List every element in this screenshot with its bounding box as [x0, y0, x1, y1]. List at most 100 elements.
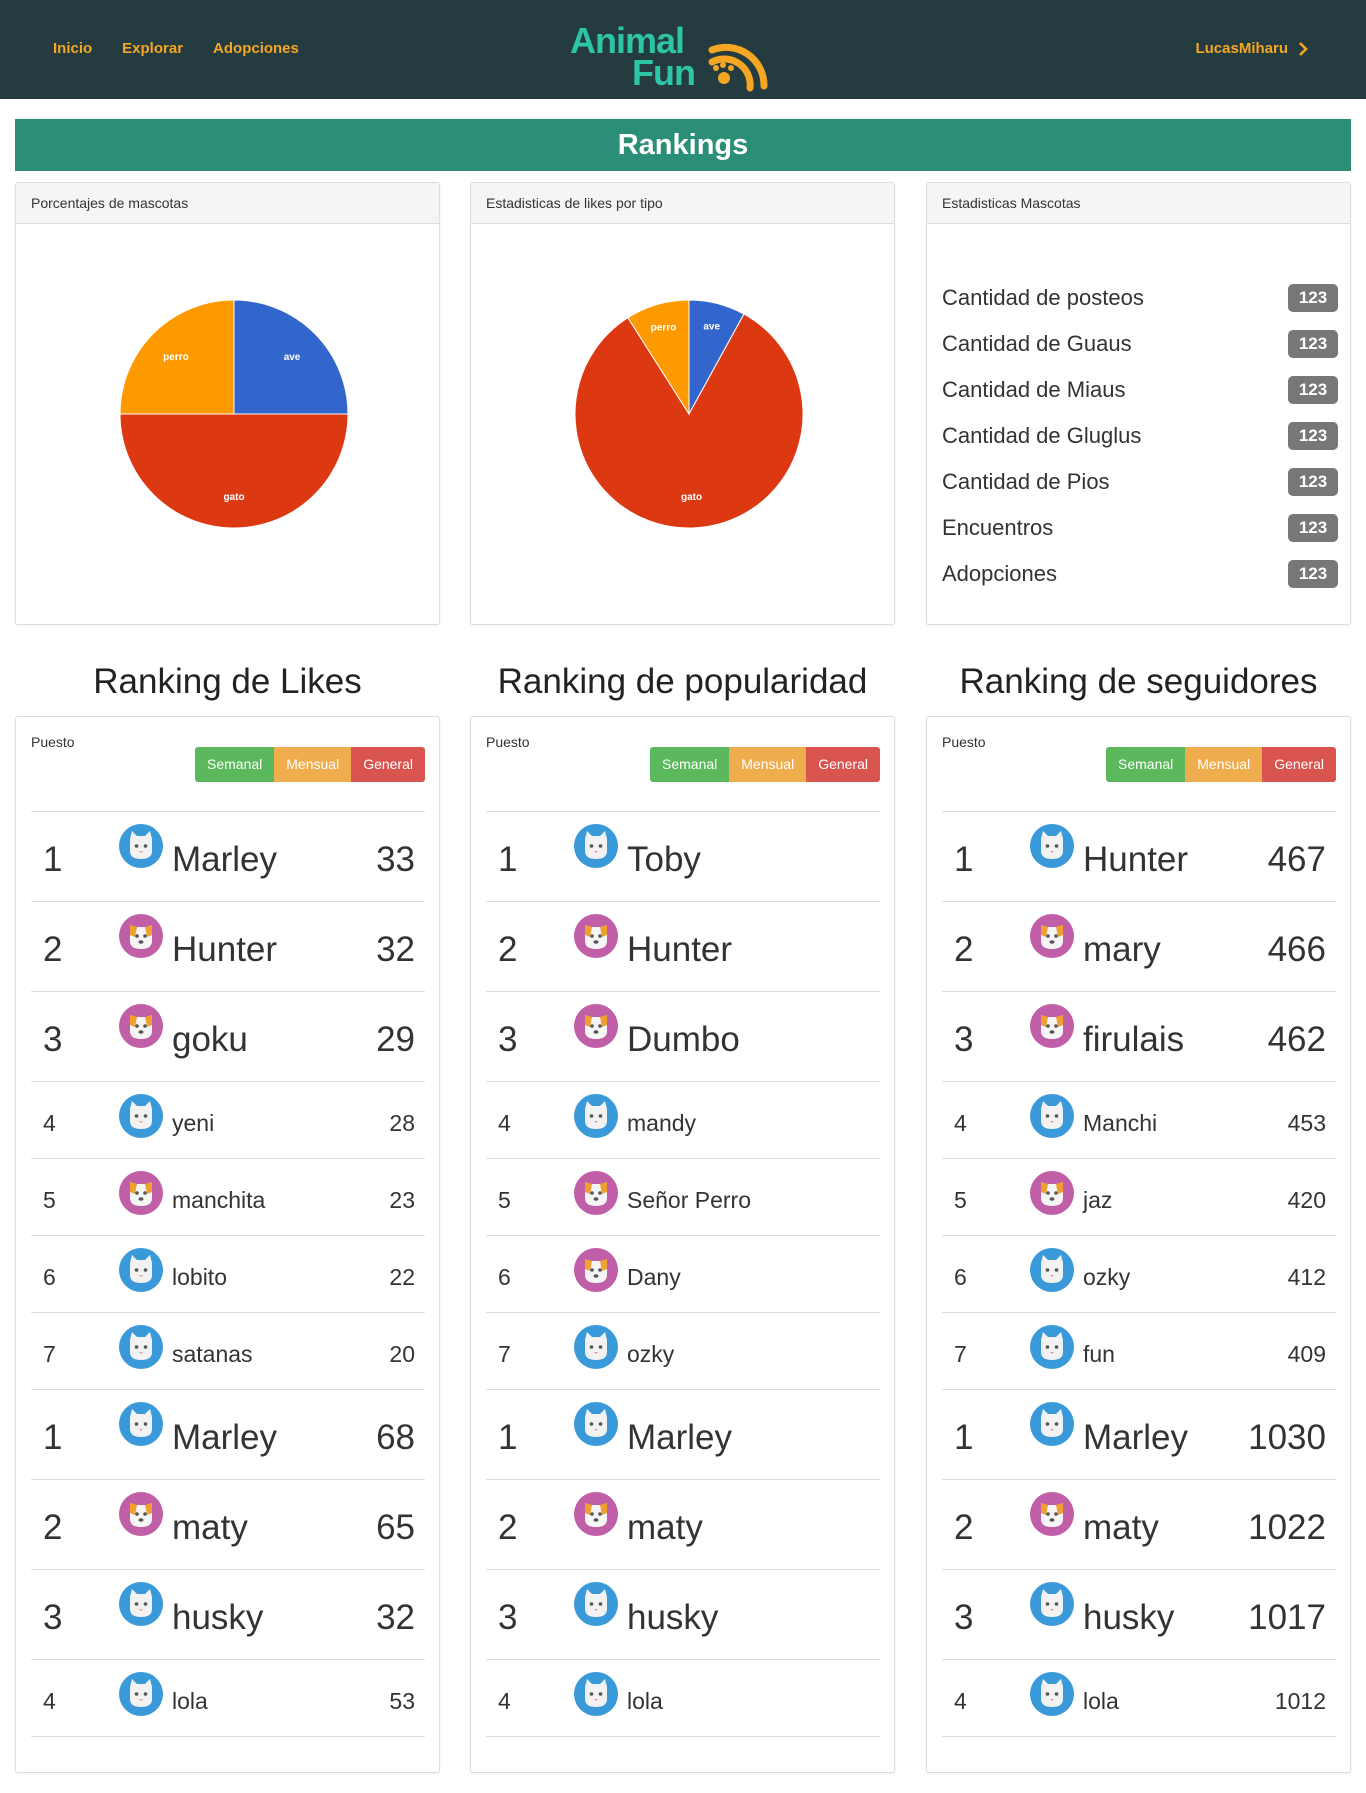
- table-row[interactable]: 2 maty 1022: [942, 1480, 1336, 1570]
- pet-name[interactable]: mary: [1083, 930, 1161, 970]
- rank-value: 29: [376, 1020, 415, 1059]
- semanal-button[interactable]: Semanal: [1106, 747, 1186, 782]
- pet-name[interactable]: jaz: [1083, 1187, 1112, 1214]
- rank-position: 2: [498, 1508, 518, 1547]
- pet-name[interactable]: Hunter: [172, 930, 277, 970]
- table-row[interactable]: 7 ozky: [486, 1313, 880, 1390]
- table-row[interactable]: 3 husky: [486, 1570, 880, 1660]
- rank-value: 466: [1267, 930, 1326, 969]
- user-menu[interactable]: LucasMiharu: [1195, 40, 1308, 57]
- rank-position: 5: [43, 1187, 56, 1213]
- cat-avatar-icon: [1030, 1672, 1074, 1716]
- pet-name[interactable]: manchita: [172, 1187, 265, 1214]
- table-row[interactable]: 6 ozky 412: [942, 1236, 1336, 1313]
- table-row[interactable]: 4 mandy: [486, 1082, 880, 1159]
- rank-value: 409: [1287, 1341, 1326, 1367]
- logo-text-fun: Fun: [632, 52, 696, 93]
- semanal-button[interactable]: Semanal: [650, 747, 730, 782]
- navbar: Inicio Explorar Adopciones Animal Fun Lu…: [0, 0, 1366, 99]
- mensual-button[interactable]: Mensual: [274, 747, 352, 782]
- mensual-button[interactable]: Mensual: [1185, 747, 1263, 782]
- table-row[interactable]: 3 husky 32: [31, 1570, 425, 1660]
- mensual-button[interactable]: Mensual: [729, 747, 807, 782]
- pet-name[interactable]: Marley: [1083, 1418, 1188, 1458]
- table-row[interactable]: 2 maty: [486, 1480, 880, 1570]
- table-row[interactable]: 1 Marley 33: [31, 812, 425, 902]
- dog-avatar-icon: [119, 1171, 163, 1215]
- pet-name[interactable]: yeni: [172, 1110, 214, 1137]
- table-row[interactable]: 2 mary 466: [942, 902, 1336, 992]
- nav-link-inicio[interactable]: Inicio: [53, 40, 92, 57]
- pet-name[interactable]: husky: [1083, 1598, 1174, 1638]
- pet-name[interactable]: maty: [172, 1508, 248, 1548]
- table-row[interactable]: 6 lobito 22: [31, 1236, 425, 1313]
- table-row[interactable]: 3 firulais 462: [942, 992, 1336, 1082]
- rank-value: 453: [1287, 1110, 1326, 1136]
- table-row[interactable]: 7 fun 409: [942, 1313, 1336, 1390]
- table-row[interactable]: 1 Marley: [486, 1390, 880, 1480]
- pie-slice-gato[interactable]: [119, 413, 349, 529]
- pet-name[interactable]: lola: [1083, 1688, 1119, 1715]
- period-button-group: Semanal Mensual General: [650, 747, 880, 782]
- pet-name[interactable]: Hunter: [1083, 840, 1188, 880]
- pet-name[interactable]: lola: [172, 1688, 208, 1715]
- pet-name[interactable]: ozky: [1083, 1264, 1130, 1291]
- pet-name[interactable]: maty: [1083, 1508, 1159, 1548]
- nav-link-adopciones[interactable]: Adopciones: [213, 40, 299, 57]
- table-row[interactable]: 4 Manchi 453: [942, 1082, 1336, 1159]
- rank-position: 3: [498, 1020, 518, 1059]
- table-row[interactable]: 4 yeni 28: [31, 1082, 425, 1159]
- pet-name[interactable]: Señor Perro: [627, 1187, 751, 1214]
- pie-label-gato: gato: [223, 492, 244, 503]
- pet-name[interactable]: lobito: [172, 1264, 227, 1291]
- table-row[interactable]: 4 lola 53: [31, 1660, 425, 1737]
- table-row[interactable]: 7 satanas 20: [31, 1313, 425, 1390]
- pet-name[interactable]: Manchi: [1083, 1110, 1157, 1137]
- general-button[interactable]: General: [1262, 747, 1336, 782]
- panel-heading: Porcentajes de mascotas: [16, 183, 439, 224]
- table-row[interactable]: 1 Marley 68: [31, 1390, 425, 1480]
- pet-name[interactable]: Marley: [172, 840, 277, 880]
- table-row[interactable]: 6 Dany: [486, 1236, 880, 1313]
- logo[interactable]: Animal Fun: [568, 20, 778, 93]
- pet-name[interactable]: Dumbo: [627, 1020, 740, 1060]
- pet-name[interactable]: goku: [172, 1020, 248, 1060]
- puesto-label: Puesto: [942, 734, 986, 750]
- pet-name[interactable]: Marley: [172, 1418, 277, 1458]
- semanal-button[interactable]: Semanal: [195, 747, 275, 782]
- table-row[interactable]: 1 Marley 1030: [942, 1390, 1336, 1480]
- table-row[interactable]: 3 husky 1017: [942, 1570, 1336, 1660]
- pet-name[interactable]: firulais: [1083, 1020, 1184, 1060]
- pet-name[interactable]: satanas: [172, 1341, 253, 1368]
- table-row[interactable]: 5 Señor Perro: [486, 1159, 880, 1236]
- table-row[interactable]: 2 Hunter 32: [31, 902, 425, 992]
- table-row[interactable]: 2 Hunter: [486, 902, 880, 992]
- table-row[interactable]: 5 manchita 23: [31, 1159, 425, 1236]
- pet-name[interactable]: ozky: [627, 1341, 674, 1368]
- table-row[interactable]: 1 Hunter 467: [942, 812, 1336, 902]
- ranking-panel-likes: Puesto Semanal Mensual General 1 Marley 33…: [15, 716, 440, 1773]
- pet-name[interactable]: Toby: [627, 840, 701, 880]
- pet-name[interactable]: mandy: [627, 1110, 696, 1137]
- nav-link-explorar[interactable]: Explorar: [122, 40, 183, 57]
- table-row[interactable]: 2 maty 65: [31, 1480, 425, 1570]
- pet-name[interactable]: Dany: [627, 1264, 681, 1291]
- table-row[interactable]: 3 goku 29: [31, 992, 425, 1082]
- pet-name[interactable]: fun: [1083, 1341, 1115, 1368]
- pie-label-ave: ave: [284, 352, 301, 363]
- pet-name[interactable]: lola: [627, 1688, 663, 1715]
- cat-avatar-icon: [1030, 1248, 1074, 1292]
- pet-name[interactable]: husky: [172, 1598, 263, 1638]
- pet-name[interactable]: Marley: [627, 1418, 732, 1458]
- pet-name[interactable]: Hunter: [627, 930, 732, 970]
- table-row[interactable]: 5 jaz 420: [942, 1159, 1336, 1236]
- general-button[interactable]: General: [351, 747, 425, 782]
- cat-avatar-icon: [1030, 824, 1074, 868]
- general-button[interactable]: General: [806, 747, 880, 782]
- table-row[interactable]: 4 lola: [486, 1660, 880, 1737]
- table-row[interactable]: 1 Toby: [486, 812, 880, 902]
- pet-name[interactable]: maty: [627, 1508, 703, 1548]
- table-row[interactable]: 4 lola 1012: [942, 1660, 1336, 1737]
- table-row[interactable]: 3 Dumbo: [486, 992, 880, 1082]
- pet-name[interactable]: husky: [627, 1598, 718, 1638]
